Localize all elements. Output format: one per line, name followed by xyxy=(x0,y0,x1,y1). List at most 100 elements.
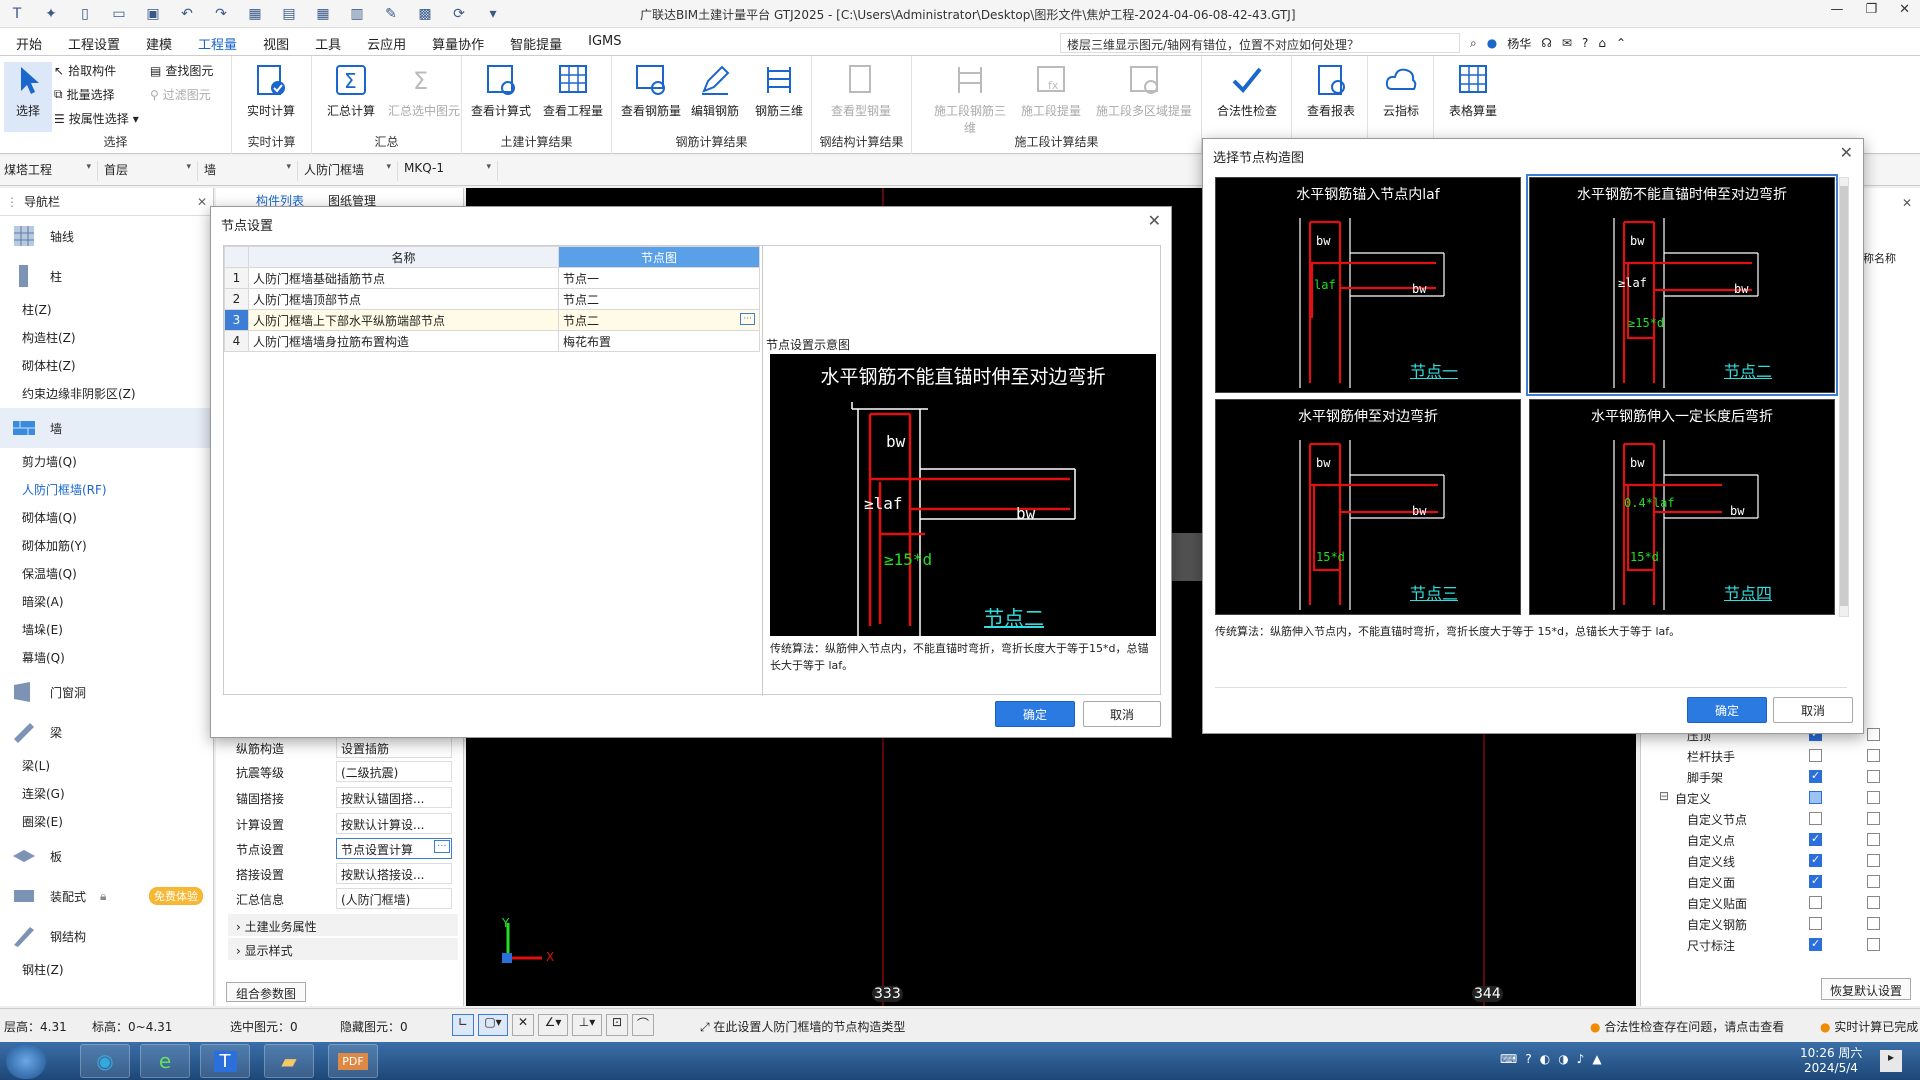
start-button[interactable] xyxy=(6,1043,46,1079)
new-file-icon[interactable]: ▯ xyxy=(74,4,96,24)
nav-sub-ring-beam[interactable]: 圈梁(E) xyxy=(0,808,213,836)
name-checkbox[interactable] xyxy=(1867,770,1880,783)
view-quantity-button[interactable]: 查看工程量 xyxy=(538,62,608,119)
name-checkbox[interactable] xyxy=(1867,896,1880,909)
taskbar-app-browser[interactable]: ◉ xyxy=(80,1044,130,1078)
right-close-icon[interactable]: ✕ xyxy=(1902,196,1912,210)
nav-cat-prefab[interactable]: 装配式 🔒︎ 免费体验 xyxy=(0,876,213,916)
tree-row[interactable]: 自定义节点 xyxy=(1641,808,1920,829)
network-icon[interactable]: ▲ xyxy=(1592,1052,1601,1066)
table-quantity-button[interactable]: 表格算量 xyxy=(1438,62,1508,119)
save-icon[interactable]: ▣ xyxy=(142,4,164,24)
name-checkbox[interactable] xyxy=(1867,833,1880,846)
dim-icon[interactable]: ▥ xyxy=(346,4,368,24)
rect-select-icon[interactable]: ▢▾ xyxy=(478,1014,508,1036)
visibility-checkbox[interactable] xyxy=(1809,896,1822,909)
ok-button[interactable]: 确定 xyxy=(1687,697,1767,723)
tree-row[interactable]: 脚手架 xyxy=(1641,766,1920,787)
view-steel-button[interactable]: 查看型钢量 xyxy=(826,62,896,119)
new-icon[interactable]: ✦ xyxy=(40,4,62,24)
table-row[interactable]: 4 人防门框墙墙身拉筋布置构造 梅花布置 xyxy=(224,330,760,352)
cancel-button[interactable]: 取消 xyxy=(1083,701,1161,727)
volume-icon[interactable]: ♪ xyxy=(1577,1052,1585,1066)
view-formula-button[interactable]: 查看计算式 xyxy=(466,62,536,119)
nav-cat-wall[interactable]: 墙 xyxy=(0,408,213,448)
nav-close-icon[interactable]: ✕ xyxy=(197,188,207,216)
visibility-checkbox[interactable] xyxy=(1809,853,1822,867)
construct-quantity-button[interactable]: fx 施工段提量 xyxy=(1018,62,1084,119)
construct-rebar3d-button[interactable]: 施工段钢筋三维 xyxy=(930,62,1010,136)
nav-sub-curtain-wall[interactable]: 幕墙(Q) xyxy=(0,644,213,672)
visibility-checkbox[interactable] xyxy=(1809,791,1822,804)
nav-cat-column[interactable]: 柱 xyxy=(0,256,213,296)
menu-igms[interactable]: IGMS xyxy=(588,34,621,58)
legality-check-button[interactable]: 合法性检查 xyxy=(1212,62,1282,119)
menu-tools[interactable]: 工具 xyxy=(315,34,341,58)
collapse-icon[interactable]: ⌃ xyxy=(1616,36,1626,50)
type-combo[interactable]: 墙 ▾ xyxy=(200,161,298,181)
ok-button[interactable]: 确定 xyxy=(995,701,1075,727)
visibility-checkbox[interactable] xyxy=(1809,917,1822,930)
select-by-attr-button[interactable]: ☰ 按属性选择 ▾ xyxy=(54,110,139,127)
select-button[interactable]: 选择 xyxy=(4,62,52,132)
tree-row[interactable]: 栏杆扶手 xyxy=(1641,745,1920,766)
redo-icon[interactable]: ↷ xyxy=(210,4,232,24)
keyboard-icon[interactable]: ⌨ xyxy=(1500,1052,1517,1066)
calc-icon[interactable]: ▦ xyxy=(244,4,266,24)
table-row[interactable]: 1 人防门框墙基础插筋节点 节点一 xyxy=(224,267,760,289)
table-row-selected[interactable]: 3 人防门框墙上下部水平纵筋端部节点 节点二 ··· xyxy=(224,309,760,331)
arc-icon[interactable]: ⌒ xyxy=(632,1014,654,1036)
layer-icon[interactable]: ▤ xyxy=(278,4,300,24)
ortho-icon[interactable]: ∟ xyxy=(452,1014,474,1036)
nav-cat-beam[interactable]: 梁 xyxy=(0,712,213,752)
nav-sub-construct-column[interactable]: 构造柱(Z) xyxy=(0,324,213,352)
app-logo-icon[interactable]: T xyxy=(6,4,28,24)
view-report-button[interactable]: 查看报表 xyxy=(1296,62,1366,119)
tree-row[interactable]: 自定义点 xyxy=(1641,829,1920,850)
visibility-checkbox[interactable] xyxy=(1809,832,1822,846)
combo-param-button[interactable]: 组合参数图 xyxy=(226,982,306,1002)
name-checkbox[interactable] xyxy=(1867,917,1880,930)
nav-sub-link-beam[interactable]: 连梁(G) xyxy=(0,780,213,808)
group-display-style[interactable]: › 显示样式 xyxy=(228,938,458,960)
app-tray-icon[interactable]: ◑ xyxy=(1558,1052,1568,1066)
snap-icon[interactable]: ⊡ xyxy=(606,1014,628,1036)
node-option-3[interactable]: 水平钢筋伸至对边弯折 bw bw 15*d 节点三 xyxy=(1215,399,1521,615)
user-name[interactable]: 杨华 xyxy=(1507,35,1531,52)
menu-view[interactable]: 视图 xyxy=(263,34,289,58)
node-scrollbar[interactable] xyxy=(1839,177,1849,617)
sync-icon[interactable]: ⟳ xyxy=(448,4,470,24)
free-trial-badge[interactable]: 免费体验 xyxy=(149,887,203,905)
legality-warning[interactable]: ● 合法性检查存在问题，请点击查看 xyxy=(1590,1018,1784,1035)
visibility-checkbox[interactable] xyxy=(1809,937,1822,951)
batch-select-button[interactable]: ⧉ 批量选择 xyxy=(54,86,115,103)
nav-cat-axis[interactable]: 轴线 xyxy=(0,216,213,256)
menu-cloud[interactable]: 云应用 xyxy=(367,34,406,58)
rebar-3d-button[interactable]: 钢筋三维 xyxy=(744,62,814,119)
user-avatar-icon[interactable]: ● xyxy=(1487,36,1497,50)
nav-sub-column-z[interactable]: 柱(Z) xyxy=(0,296,213,324)
table-row[interactable]: 2 人防门框墙顶部节点 节点二 xyxy=(224,288,760,310)
find-element-button[interactable]: ▤ 查找图元 xyxy=(150,62,213,79)
clock-date[interactable]: 2024/5/4 xyxy=(1804,1061,1858,1075)
tree-row[interactable]: 尺寸标注 xyxy=(1641,934,1920,955)
construct-multi-button[interactable]: 施工段多区域提量 xyxy=(1092,62,1196,119)
taskbar-app-pdf[interactable]: PDF xyxy=(328,1044,378,1078)
visibility-checkbox[interactable] xyxy=(1809,749,1822,762)
app-tray-icon[interactable]: ◐ xyxy=(1540,1052,1550,1066)
taskbar-app-gtj[interactable]: T xyxy=(200,1044,250,1078)
name-checkbox[interactable] xyxy=(1867,812,1880,825)
tree-row[interactable]: 自定义线 xyxy=(1641,850,1920,871)
name-checkbox[interactable] xyxy=(1867,728,1880,741)
help-icon[interactable]: ? xyxy=(1582,36,1588,50)
angle-icon[interactable]: ∠▾ xyxy=(538,1014,568,1036)
restore-button[interactable]: ❐ xyxy=(1865,2,1877,17)
cross-select-icon[interactable]: ✕ xyxy=(512,1014,534,1036)
nav-sub-steel-column[interactable]: 钢柱(Z) xyxy=(0,956,213,984)
restore-defaults-button[interactable]: 恢复默认设置 xyxy=(1821,978,1911,1000)
name-checkbox[interactable] xyxy=(1867,875,1880,888)
nav-sub-beam[interactable]: 梁(L) xyxy=(0,752,213,780)
nav-sub-edge-zone[interactable]: 约束边缘非阴影区(Z) xyxy=(0,380,213,408)
taskbar-app-explorer[interactable]: ▰ xyxy=(264,1044,314,1078)
pen-icon[interactable]: ✎ xyxy=(380,4,402,24)
